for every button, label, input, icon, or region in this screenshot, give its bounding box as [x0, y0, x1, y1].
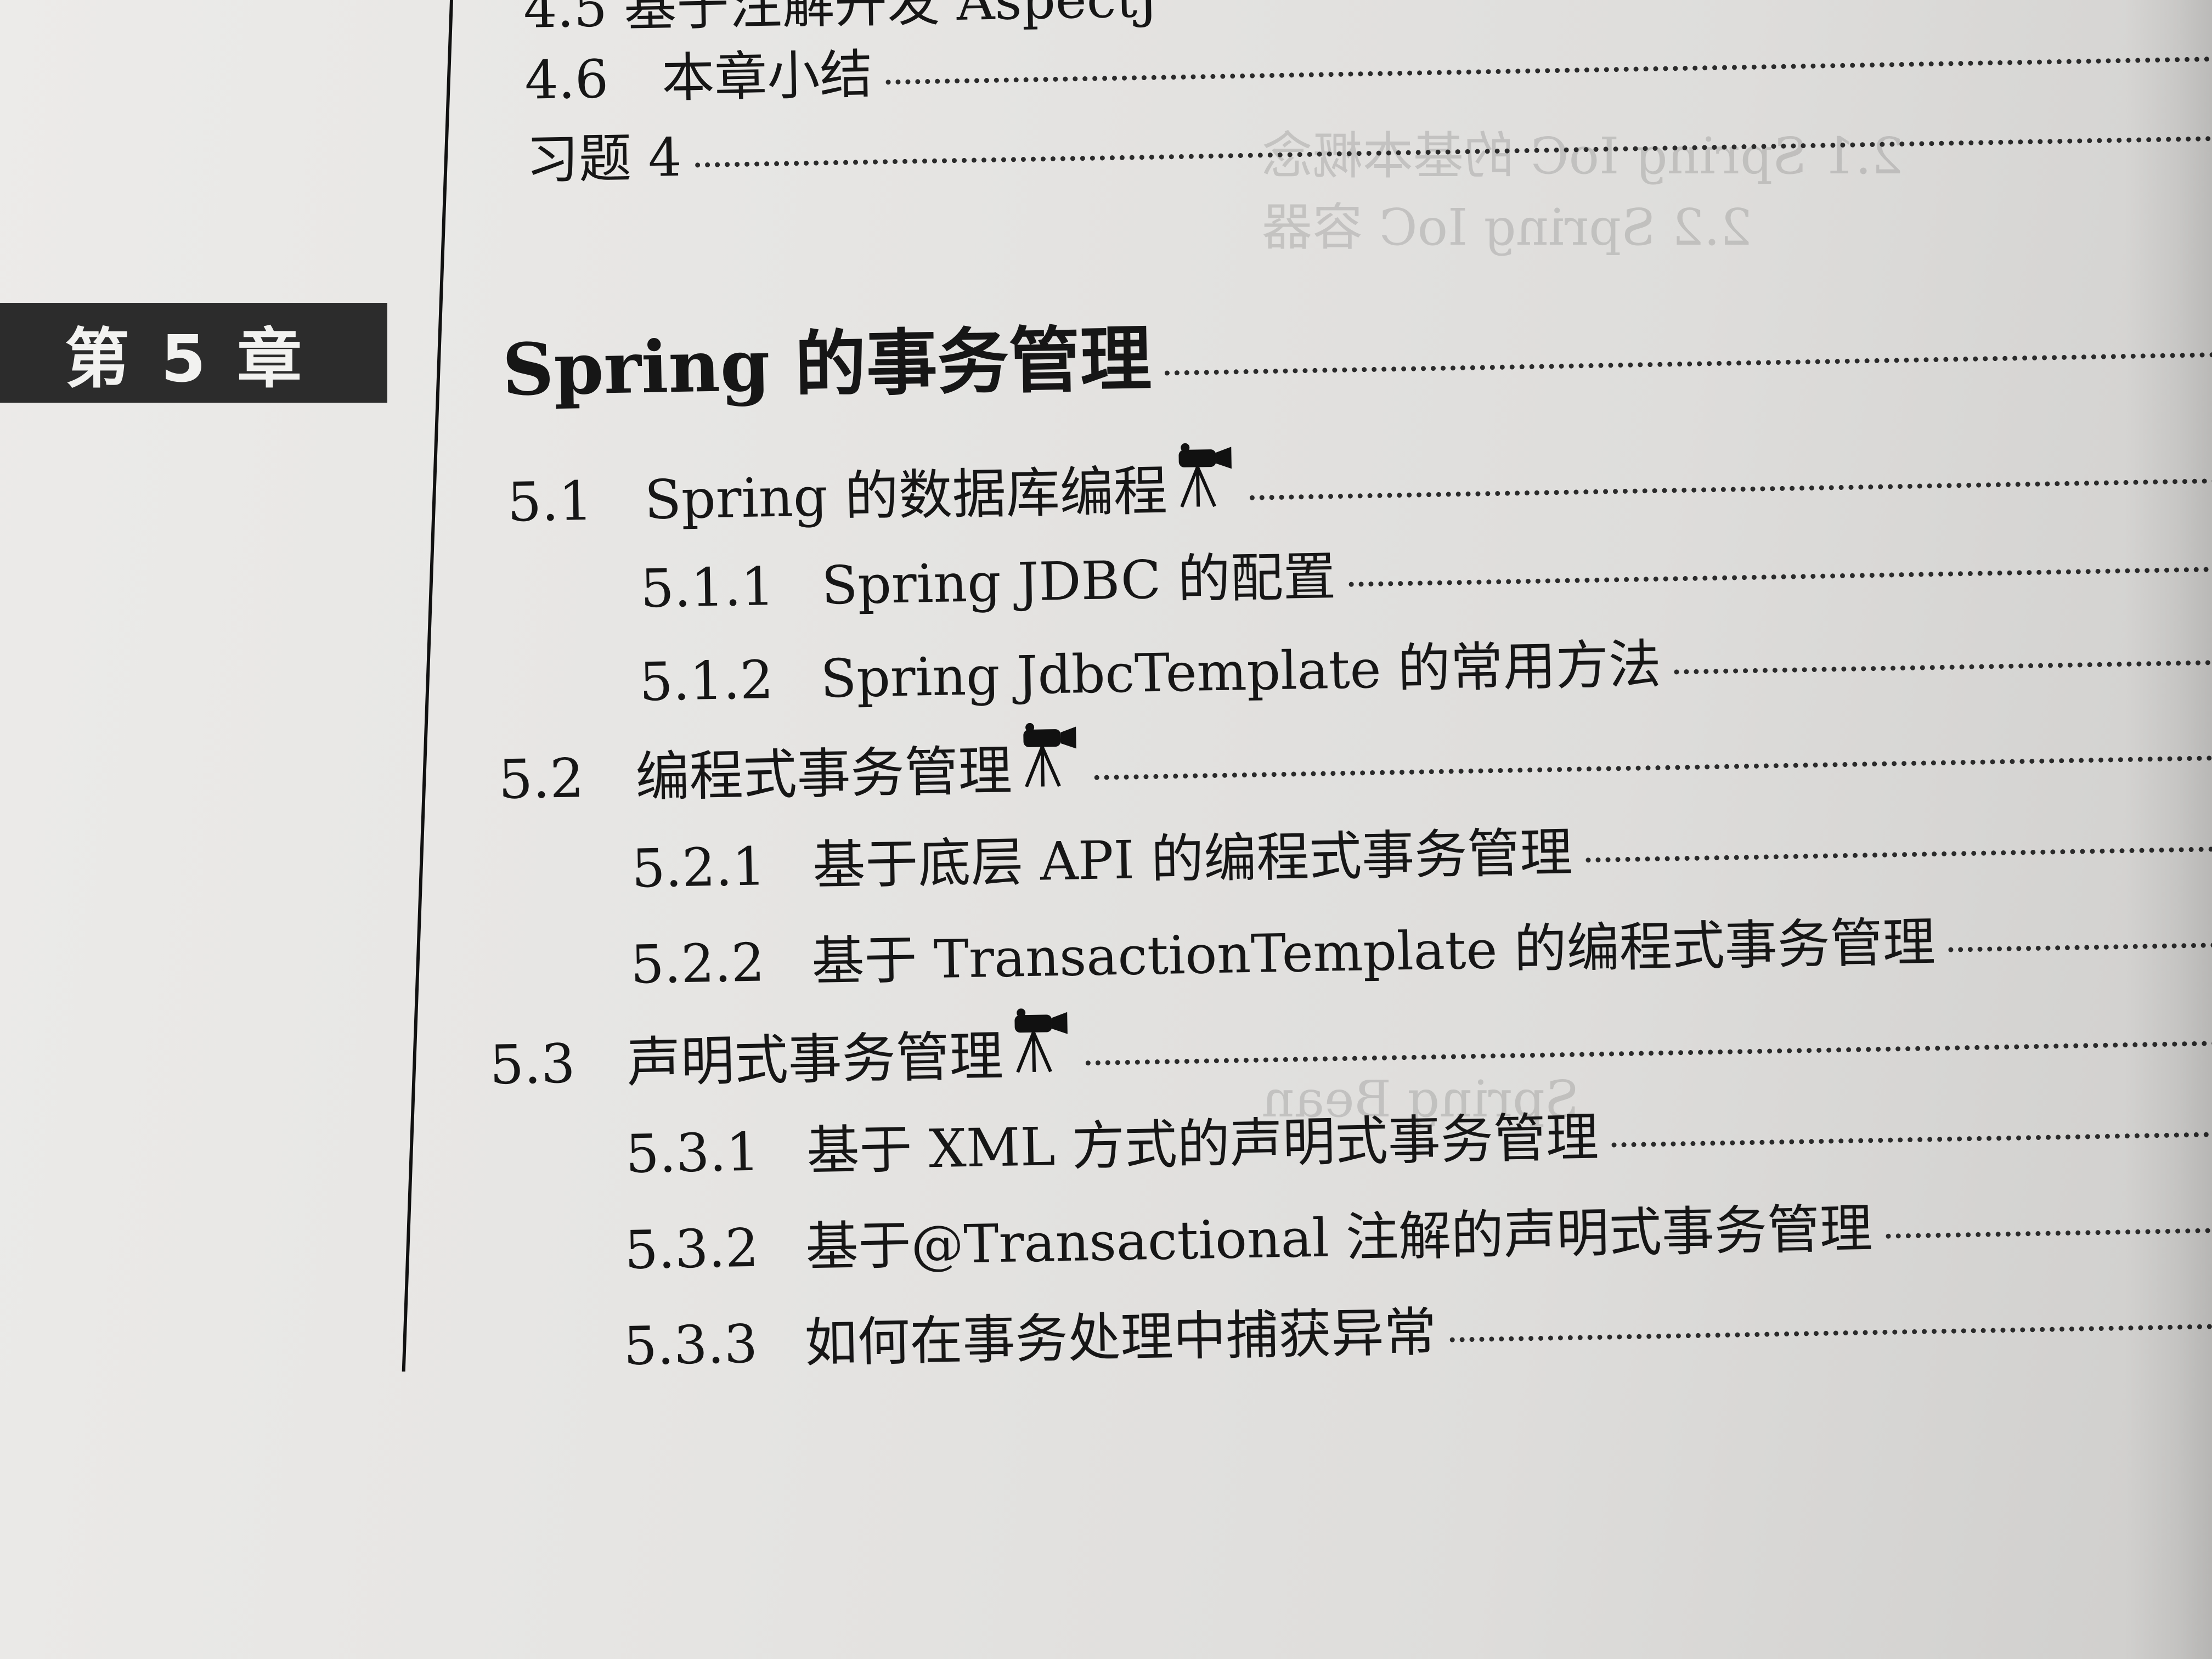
- toc-entry[interactable]: 5.1.2 Spring JdbcTemplate 的常用方法: [639, 612, 2212, 715]
- dot-leader: [1348, 567, 2212, 587]
- toc-entry[interactable]: 5.3 声明式事务管理: [489, 988, 2212, 1099]
- toc-entry-title: Spring JdbcTemplate 的常用方法: [820, 633, 1662, 710]
- toc-entry-title: 基于@Transactional 注解的声明式事务管理: [805, 1198, 1873, 1278]
- toc-entry[interactable]: 5.3.3 如何在事务处理中捕获异常: [623, 1276, 2212, 1380]
- toc-entry-number: 5.1.1: [640, 556, 775, 620]
- toc-entry-number: 5.1.2: [639, 649, 774, 713]
- toc-entry-title: 基于 TransactionTemplate 的编程式事务管理: [811, 911, 1936, 992]
- toc-entry-number: 5.2: [498, 747, 585, 811]
- chapter-title: Spring 的事务管理: [501, 316, 1153, 412]
- toc-entry[interactable]: 5.2 编程式事务管理: [498, 702, 2212, 814]
- toc-entry-title: 基于底层 API 的编程式事务管理: [812, 821, 1573, 896]
- toc-entry-number: 4.6: [524, 48, 610, 111]
- toc-entry-title: 如何在事务处理中捕获异常: [804, 1301, 1437, 1374]
- dot-leader: [1249, 478, 2212, 500]
- dot-leader: [1449, 1323, 2212, 1342]
- toc-entry-title: 习题 4: [525, 126, 682, 191]
- video-camera-icon: [1023, 723, 1076, 788]
- toc-entry-number: 5.3: [489, 1032, 576, 1097]
- toc-entry-title: 声明式事务管理: [626, 1025, 1004, 1094]
- dot-leader: [1611, 1131, 2212, 1148]
- chapter-title-entry[interactable]: Spring 的事务管理: [501, 283, 2212, 415]
- book-page: 2.1 Spring IoC 的基本概念 2.2 Spring IoC 容器 S…: [0, 0, 2212, 1659]
- toc-entry-number: 5.1: [506, 470, 594, 534]
- toc-entry[interactable]: 5.1 Spring 的数据库编程: [506, 425, 2212, 537]
- toc-entry-number: 5.3.3: [623, 1313, 758, 1378]
- toc-entry[interactable]: 5.2.2 基于 TransactionTemplate 的编程式事务管理: [630, 894, 2212, 998]
- dot-leader: [1585, 846, 2212, 863]
- toc-entry-number: 5.2.1: [631, 836, 766, 900]
- toc-entry-number: 5.3.1: [625, 1121, 760, 1185]
- toc-entry[interactable]: 5.2.1 基于底层 API 的编程式事务管理: [631, 798, 2212, 902]
- toc-entry[interactable]: 5.3.2 基于@Transactional 注解的声明式事务管理: [624, 1180, 2212, 1284]
- toc-entry[interactable]: 5.3.1 基于 XML 方式的声明式事务管理: [625, 1084, 2212, 1188]
- toc-entry-title: Spring 的数据库编程: [644, 460, 1168, 532]
- video-camera-icon: [1014, 1008, 1068, 1073]
- toc-entry-title: 基于 XML 方式的声明式事务管理: [806, 1106, 1599, 1182]
- page-edge-shadow: [2124, 0, 2212, 1659]
- table-of-contents: 4.5 基于注解开发 AspectJ 4.6 本章小结 习题 4 Spring …: [0, 0, 2212, 1659]
- toc-entry[interactable]: 5.1.1 Spring JDBC 的配置: [640, 518, 2212, 622]
- toc-entry-number: 5.3.2: [624, 1217, 759, 1281]
- toc-entry-title: Spring JDBC 的配置: [821, 546, 1336, 617]
- toc-entry-title: 本章小结: [661, 43, 873, 109]
- video-camera-icon: [1178, 443, 1232, 508]
- dot-leader: [1085, 1040, 2212, 1066]
- toc-entry-title: 编程式事务管理: [635, 740, 1013, 809]
- dot-leader: [885, 57, 2210, 85]
- dot-leader: [1094, 755, 2212, 780]
- dot-leader: [1165, 352, 2212, 376]
- dot-leader: [695, 136, 2211, 168]
- toc-entry-number: 5.2.2: [630, 932, 765, 996]
